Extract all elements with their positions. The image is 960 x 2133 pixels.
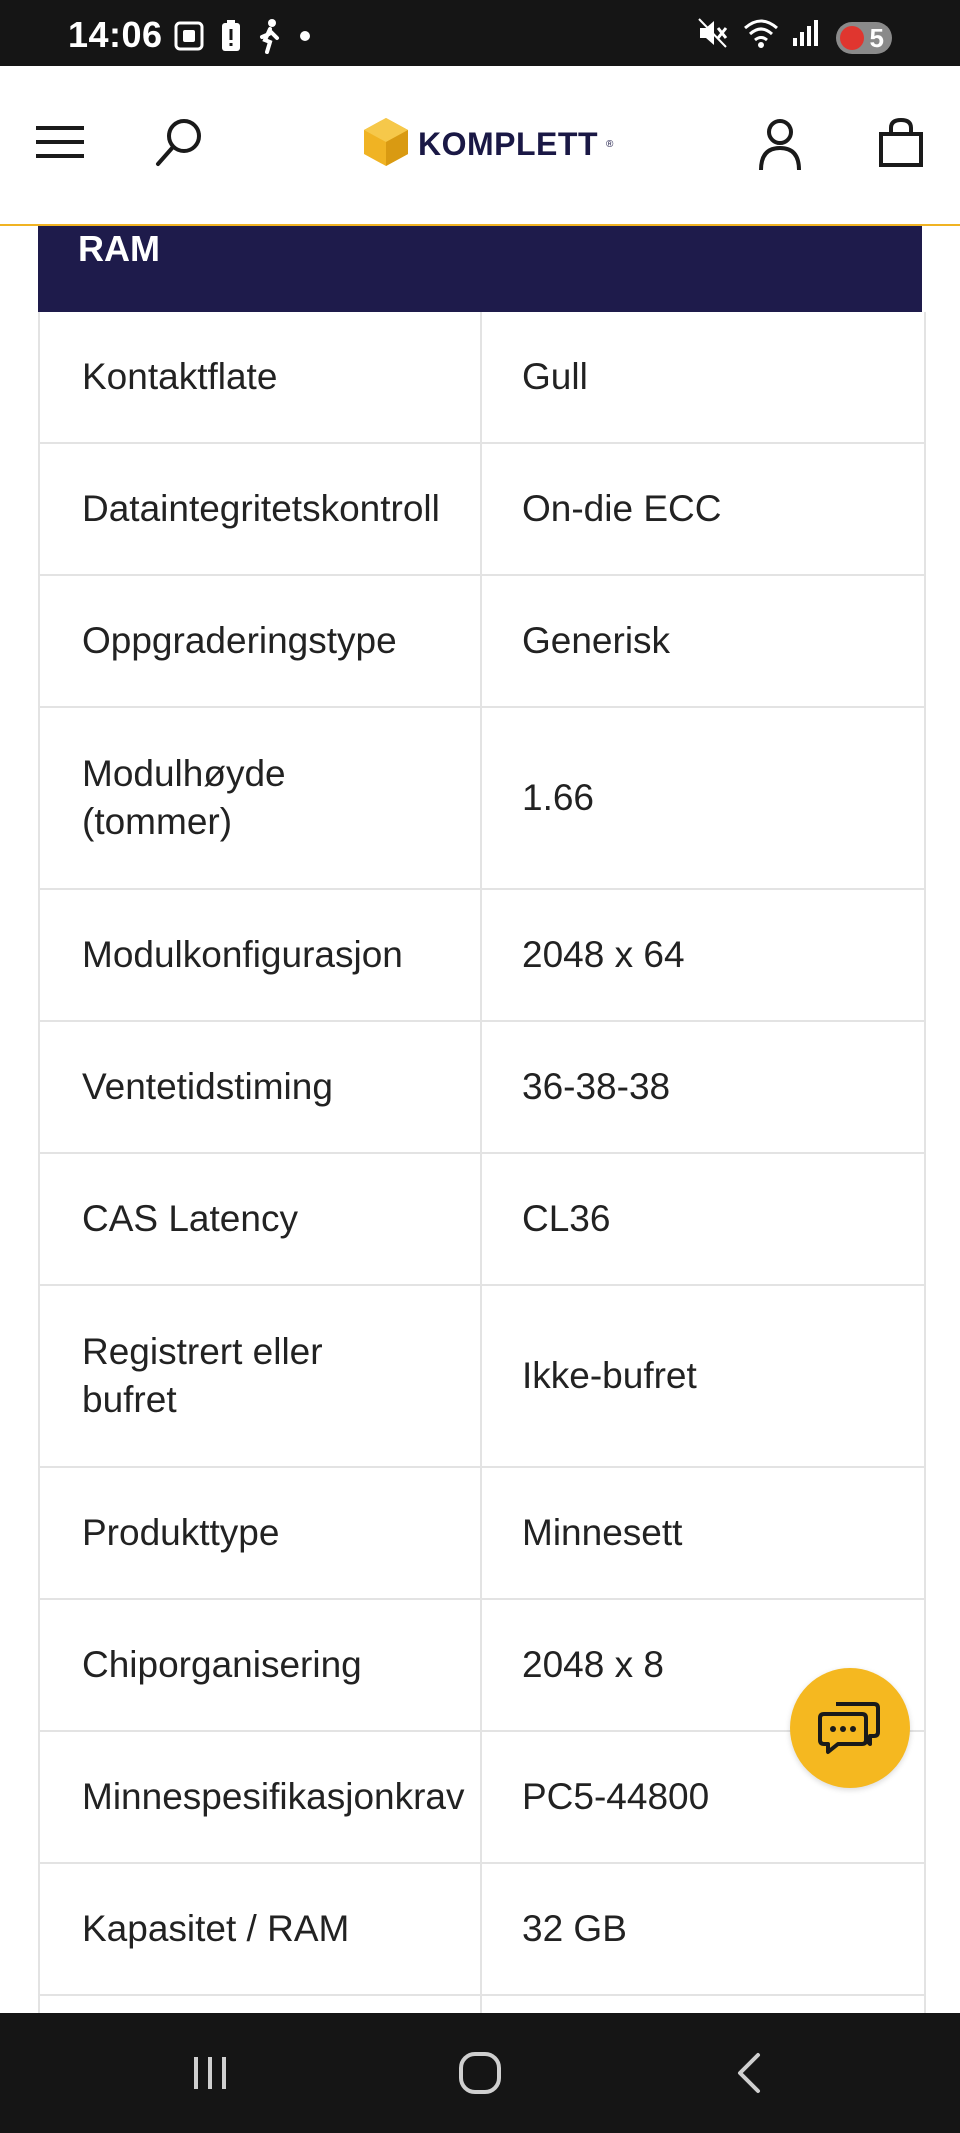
signal-icon — [792, 18, 820, 53]
spec-value: Generisk — [522, 620, 671, 661]
search-icon[interactable] — [152, 116, 206, 175]
spec-label: CAS Latency — [40, 1154, 482, 1284]
spec-value: CL36 — [522, 1198, 611, 1239]
brand-registered-mark: ® — [605, 139, 614, 150]
table-row: CAS Latency CL36 — [40, 1154, 924, 1286]
account-icon[interactable] — [758, 118, 802, 177]
status-left-icons — [172, 18, 312, 59]
menu-icon[interactable] — [36, 122, 84, 167]
table-row: Registrert eller bufret Ikke-bufret — [40, 1286, 924, 1468]
section-header-bar: RAM — [38, 226, 922, 312]
spec-label: Modulhøyde (tommer) — [40, 708, 482, 888]
status-time: 14:06 — [68, 14, 163, 55]
table-row: Oppgraderingstype Generisk — [40, 576, 924, 708]
spec-value: Minnesett — [522, 1512, 683, 1553]
battery-low-dot — [840, 26, 864, 50]
table-row: Dataintegritetskontroll On-die ECC — [40, 444, 924, 576]
spec-label: Modulkonfigurasjon — [40, 890, 482, 1020]
screenshot-icon — [172, 19, 206, 58]
section-title: RAM — [78, 228, 160, 269]
spec-label: Dataintegritetskontroll — [40, 444, 482, 574]
spec-label: Produkttype — [40, 1468, 482, 1598]
chat-button[interactable] — [790, 1668, 910, 1788]
spec-table: Kontaktflate Gull Dataintegritetskontrol… — [38, 312, 926, 2128]
komplett-logo[interactable]: KOMPLETT ® — [362, 116, 613, 173]
spec-label: Registrert eller bufret — [40, 1286, 482, 1466]
table-row: Ventetidstiming 36-38-38 — [40, 1022, 924, 1154]
table-row: Produkttype Minnesett — [40, 1468, 924, 1600]
mute-icon — [696, 16, 730, 55]
home-icon[interactable] — [440, 2013, 520, 2133]
system-nav-bar — [0, 2013, 960, 2133]
dot-icon — [298, 29, 312, 48]
battery-alert-icon — [220, 19, 242, 58]
spec-label: Kapasitet / RAM — [40, 1864, 482, 1994]
wifi-icon — [742, 16, 780, 55]
status-right-icons — [696, 16, 820, 55]
spec-value: 36-38-38 — [522, 1066, 671, 1107]
brand-name: KOMPLETT — [418, 126, 598, 162]
spec-label: Ventetidstiming — [40, 1022, 482, 1152]
spec-label: Oppgraderingstype — [40, 576, 482, 706]
recent-apps-icon[interactable] — [170, 2013, 250, 2133]
battery-indicator: 5 — [836, 22, 892, 54]
status-bar: 14:06 5 — [0, 0, 960, 66]
spec-label: Minnespesifikasjonkrav — [40, 1732, 482, 1862]
site-header: KOMPLETT ® — [0, 66, 960, 226]
spec-value: 2048 x 64 — [522, 934, 685, 975]
table-row: Modulkonfigurasjon 2048 x 64 — [40, 890, 924, 1022]
spec-value: 32 GB — [522, 1908, 627, 1949]
logo-icon — [362, 116, 410, 173]
walking-icon — [256, 18, 284, 59]
table-row: Modulhøyde (tommer) 1.66 — [40, 708, 924, 890]
cart-icon[interactable] — [878, 117, 924, 173]
table-row: Kontaktflate Gull — [40, 312, 924, 444]
spec-label: Kontaktflate — [40, 312, 482, 442]
spec-value: Ikke-bufret — [522, 1355, 697, 1396]
table-row: Minnespesifikasjonkrav PC5-44800 — [40, 1732, 924, 1864]
spec-label: Chiporganisering — [40, 1600, 482, 1730]
spec-value: Gull — [522, 356, 588, 397]
battery-level: 5 — [869, 22, 884, 53]
table-row: Kapasitet / RAM 32 GB — [40, 1864, 924, 1996]
back-icon[interactable] — [710, 2013, 790, 2133]
chat-icon — [818, 1696, 882, 1761]
spec-value: On-die ECC — [522, 488, 722, 529]
spec-value: 1.66 — [522, 777, 595, 818]
